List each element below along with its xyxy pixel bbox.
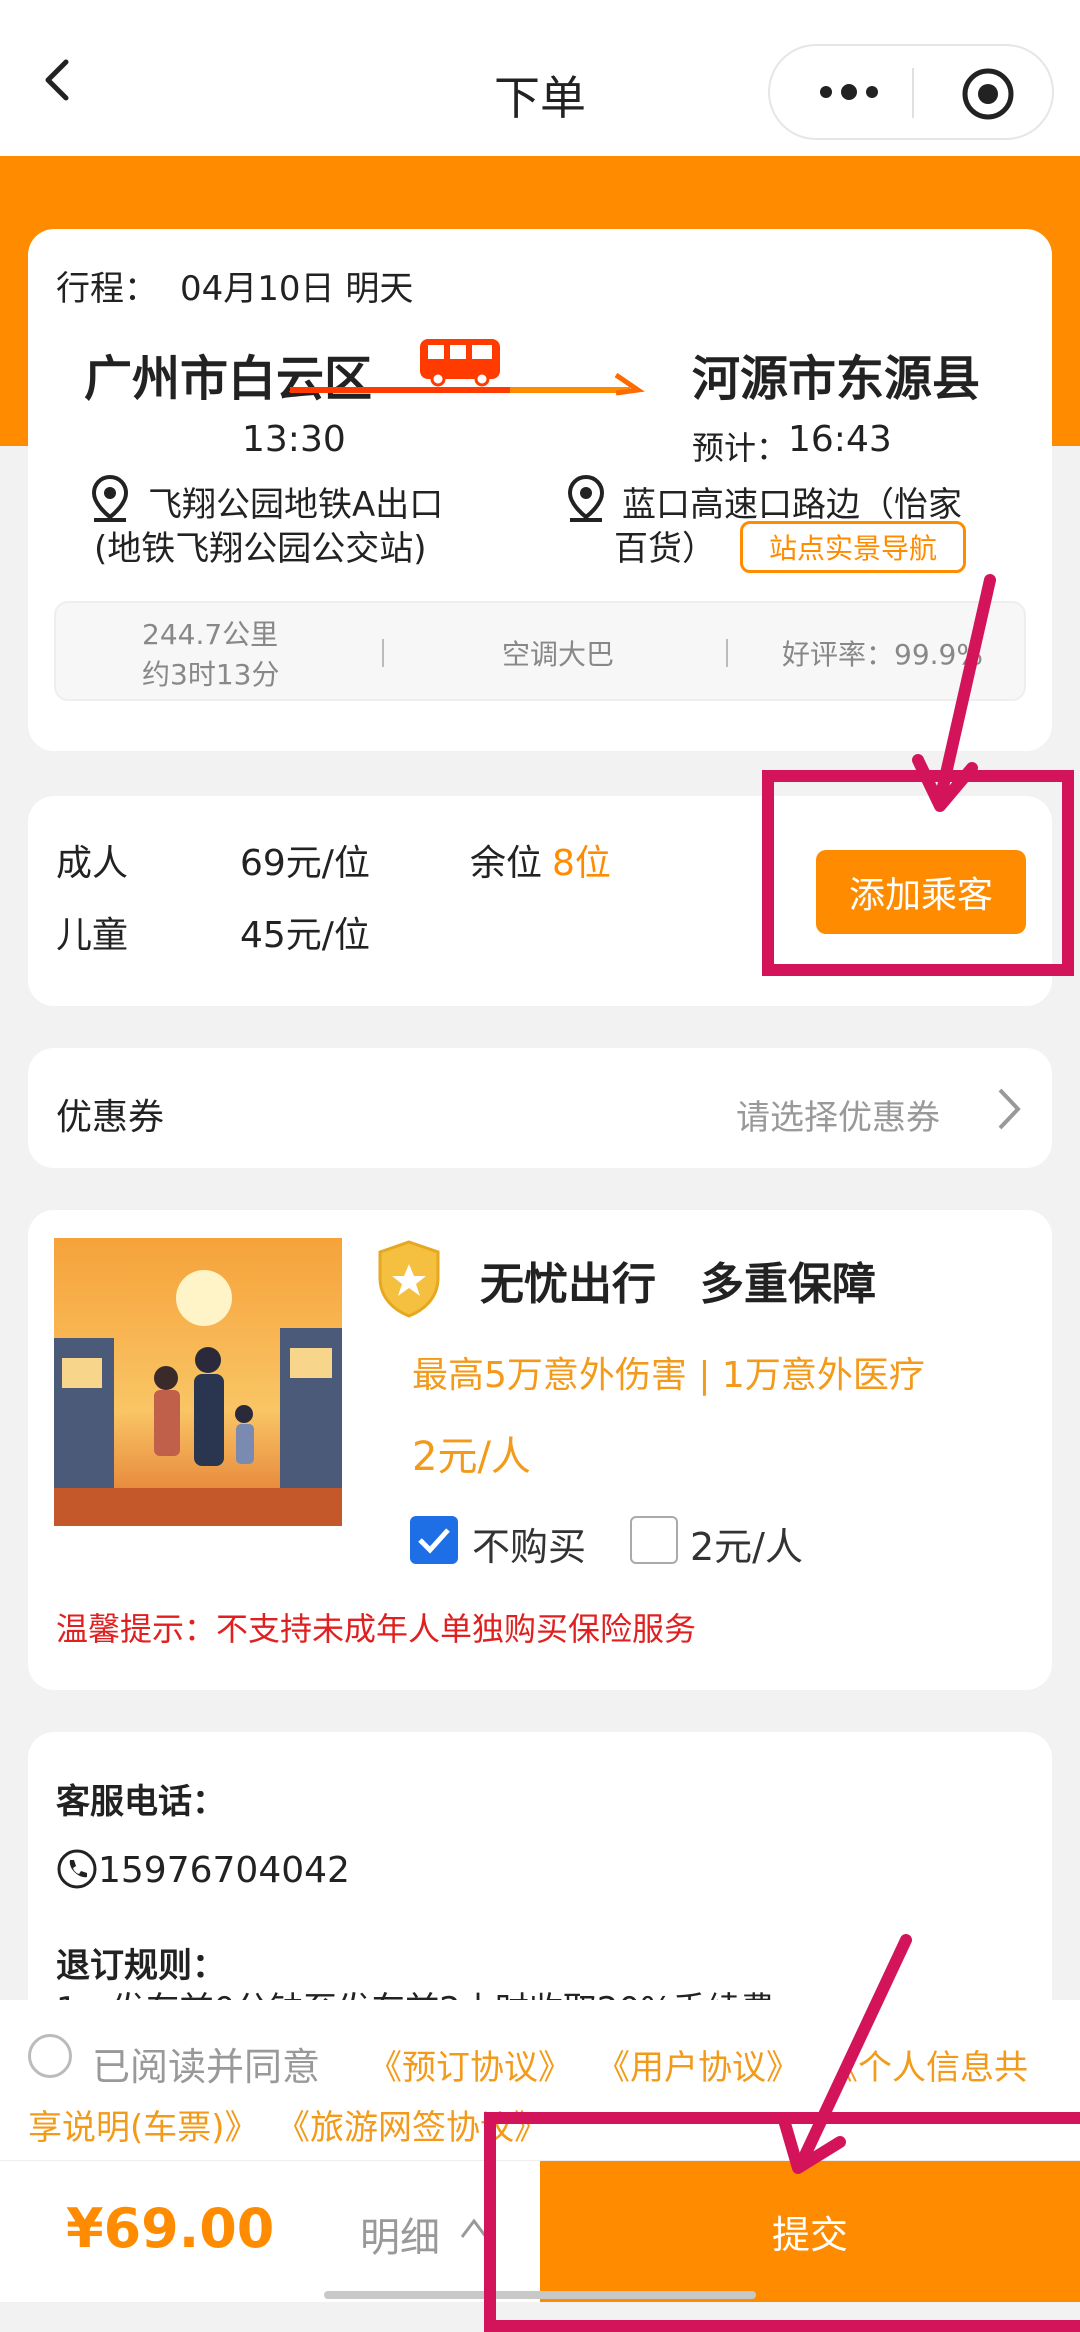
station-nav-button[interactable]: 站点实景导航 xyxy=(740,521,966,573)
arrow-to-add-passenger xyxy=(880,570,1020,830)
depart-time: 13:30 xyxy=(242,419,346,460)
origin-location-icon xyxy=(90,473,130,523)
dest-location-icon xyxy=(566,473,606,523)
arrive-label: 预计： xyxy=(692,429,789,467)
origin-station-line1: 飞翔公园地铁A出口 xyxy=(148,485,444,525)
phone-icon[interactable] xyxy=(56,1848,98,1890)
arrow-to-submit xyxy=(770,1930,930,2180)
dest-station-line1: 蓝口高速口路边（怡家 xyxy=(622,485,962,525)
header-bar: 下单 xyxy=(0,0,1080,156)
no-buy-label[interactable]: 不购买 xyxy=(472,1516,586,1571)
child-label: 儿童 xyxy=(56,915,129,956)
insurance-title-2: 多重保障 xyxy=(700,1259,876,1310)
shield-icon xyxy=(374,1238,444,1320)
total-price: ¥69.00 xyxy=(66,2197,275,2260)
coupon-row[interactable]: 优惠券 请选择优惠券 xyxy=(28,1048,1052,1168)
bus-icon xyxy=(286,329,686,409)
insurance-desc: 最高5万意外伤害 | 1万意外医疗 xyxy=(412,1355,925,1396)
trip-date: 04月10日 明天 xyxy=(180,269,414,309)
privacy-link-part2[interactable]: 享说明(车票)》 xyxy=(28,2100,259,2149)
insurance-card: 无忧出行 多重保障 最高5万意外伤害 | 1万意外医疗 2元/人 不购买 2元/… xyxy=(28,1210,1052,1690)
more-icon[interactable] xyxy=(814,74,884,110)
travel-family-image xyxy=(54,1238,342,1526)
trip-distance: 244.7公里 xyxy=(142,618,279,651)
insurance-title-1: 无忧出行 xyxy=(480,1259,656,1310)
destination-city: 河源市东源县 xyxy=(692,351,981,407)
bus-type: 空调大巴 xyxy=(502,638,615,671)
chevron-right-icon xyxy=(994,1084,1024,1134)
arrive-time: 16:43 xyxy=(788,419,892,460)
buy-label[interactable]: 2元/人 xyxy=(690,1516,803,1571)
adult-label: 成人 xyxy=(56,843,129,884)
seats-value: 8位 xyxy=(552,843,611,884)
trip-label: 行程： xyxy=(56,269,158,309)
origin-station-line2: (地铁飞翔公园公交站) xyxy=(94,529,427,569)
agree-radio[interactable] xyxy=(28,2034,72,2078)
trip-duration: 约3时13分 xyxy=(142,658,280,691)
refund-label: 退订规则： xyxy=(56,1946,226,1986)
coupon-placeholder: 请选择优惠券 xyxy=(736,1098,940,1138)
price-detail-toggle[interactable]: 明细 xyxy=(360,2205,440,2263)
buy-checkbox[interactable] xyxy=(630,1516,678,1564)
coupon-label: 优惠券 xyxy=(56,1097,165,1138)
capsule-divider xyxy=(912,68,914,118)
close-target-icon[interactable] xyxy=(960,66,1016,122)
no-buy-checkbox[interactable] xyxy=(410,1516,458,1564)
phone-label: 客服电话： xyxy=(56,1782,226,1822)
booking-agreement-link[interactable]: 《预订协议》 xyxy=(368,2040,572,2089)
agree-prefix: 已阅读并同意 xyxy=(92,2045,321,2089)
seats-label: 余位 xyxy=(470,843,543,884)
insurance-warning: 温馨提示：不支持未成年人单独购买保险服务 xyxy=(56,1610,697,1648)
capsule-menu xyxy=(768,44,1054,140)
phone-number[interactable]: 15976704042 xyxy=(98,1850,350,1891)
stats-divider xyxy=(382,639,384,667)
stats-divider xyxy=(726,639,728,667)
insurance-price: 2元/人 xyxy=(412,1434,531,1480)
adult-price: 69元/位 xyxy=(240,843,370,884)
child-price: 45元/位 xyxy=(240,915,370,956)
dest-station-line2: 百货） xyxy=(614,529,716,569)
